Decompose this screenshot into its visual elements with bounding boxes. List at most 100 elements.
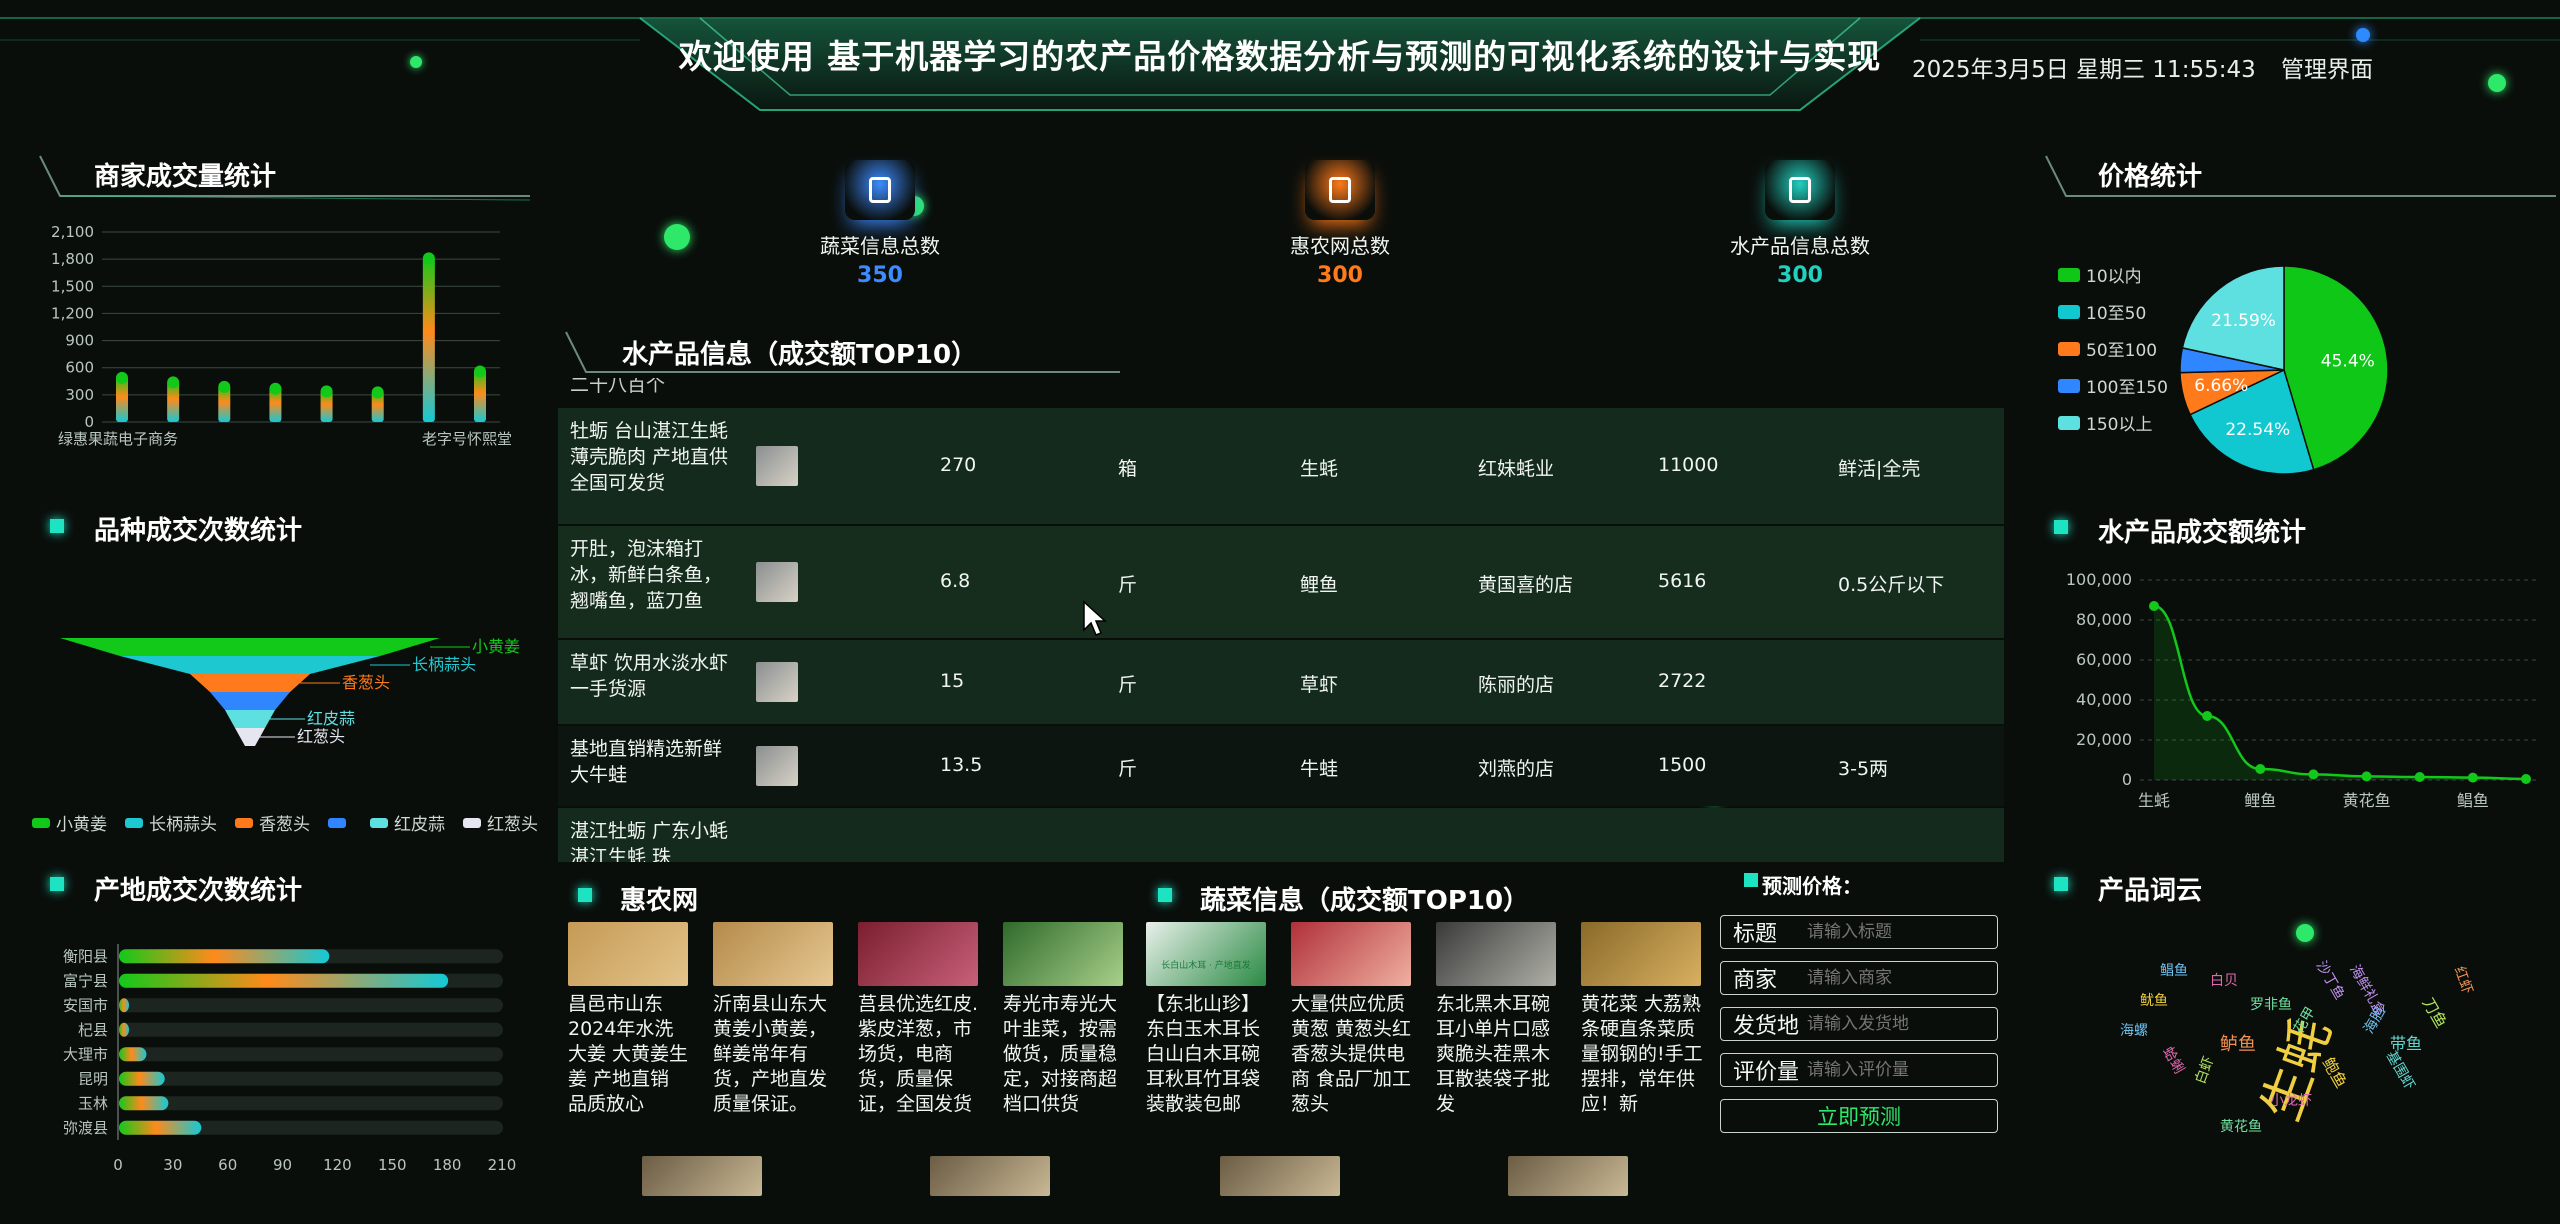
origin-bar[interactable] — [119, 1071, 165, 1086]
data-point[interactable] — [2521, 774, 2531, 784]
field-label: 标题 — [1733, 922, 1778, 947]
product-card[interactable]: 寿光市寿光大叶韭菜，按需做货，质量稳定，对接商超档口供货 — [1003, 922, 1125, 1117]
product-card[interactable]: 沂南县山东大黄姜小黄姜，鲜姜常年有货，产地直发质量保证。 — [713, 922, 835, 1117]
legend-item[interactable] — [328, 810, 352, 835]
data-point[interactable] — [2361, 771, 2372, 782]
funnel-label: 红葱头 — [297, 727, 345, 746]
word-cloud-item[interactable]: 小龙虾 — [2270, 1090, 2312, 1110]
legend-item[interactable]: 150以上 — [2058, 410, 2168, 435]
word-cloud-item[interactable]: 鲈鱼 — [2220, 1030, 2256, 1056]
y-tick-label: 杞县 — [78, 1021, 108, 1039]
origin-bar[interactable] — [119, 949, 330, 964]
product-card[interactable]: 昌邑市山东2024年水洗大姜 大黄姜生姜 产地直销 品质放心 — [568, 922, 690, 1117]
data-point[interactable] — [2255, 764, 2266, 774]
data-point[interactable] — [2149, 601, 2159, 611]
y-tick-label: 安国市 — [63, 996, 108, 1014]
product-image — [1436, 922, 1556, 986]
vegetable-title: 蔬菜信息（成交额TOP10） — [1200, 886, 1530, 916]
predict-submit-button[interactable]: 立即预测 — [1720, 1099, 1998, 1133]
product-card[interactable]: 东北黑木耳碗耳小单片口感爽脆头茬黑木耳散装袋子批发 — [1436, 922, 1558, 1117]
word-cloud-item[interactable]: 海螺 — [2120, 1020, 2148, 1040]
data-point[interactable] — [2202, 711, 2213, 721]
origin-bar[interactable] — [119, 998, 129, 1013]
table-row[interactable]: 牡蛎 台山湛江生蚝薄壳脆肉 产地直供全国可发货 270 箱 生蚝 红妹蚝业 11000 鲜活… — [558, 408, 2004, 524]
datetime-display: 2025年3月5日 星期三 11:55:43 管理界面 — [1912, 50, 2373, 84]
bar-track — [119, 1096, 503, 1111]
legend-item[interactable]: 香葱头 — [235, 810, 310, 835]
cell-shop: 红妹蚝业 — [1478, 458, 1555, 480]
y-tick-label: 昆明 — [78, 1070, 108, 1088]
word-cloud-item[interactable]: 沙丁鱼 — [2312, 957, 2350, 1003]
cell-shop: 刘燕的店 — [1478, 758, 1555, 780]
word-cloud-item[interactable]: 红虾 — [2450, 963, 2478, 996]
funnel-segment[interactable] — [60, 638, 440, 656]
legend-label: 50至100 — [2086, 341, 2158, 361]
product-card[interactable]: 【东北山珍】东白玉木耳长白山白木耳碗耳秋耳竹耳袋装散装包邮 — [1146, 922, 1268, 1117]
product-thumbnail — [756, 662, 798, 702]
legend-item[interactable]: 长柄蒜头 — [125, 810, 217, 835]
product-card-text: 沂南县山东大黄姜小黄姜，鲜姜常年有货，产地直发质量保证。 — [713, 993, 828, 1115]
y-tick-label: 2,100 — [51, 223, 94, 241]
admin-link[interactable]: 管理界面 — [2281, 57, 2373, 83]
word-cloud-title: 产品词云 — [2098, 876, 2203, 906]
table-row[interactable]: 基地直销精选新鲜大牛蛙 13.5 斤 牛蛙 刘燕的店 1500 3-5两 — [558, 726, 2004, 806]
data-point[interactable] — [2308, 769, 2319, 780]
table-row[interactable]: 湛江牡蛎 广东小蚝 湛江生蚝 珠 — [558, 808, 2004, 862]
stat-value: 350 — [857, 263, 903, 288]
table-row[interactable]: 草虾 饮用水淡水虾一手货源 15 斤 草虾 陈丽的店 2722 — [558, 640, 2004, 724]
section-marker — [2054, 877, 2068, 891]
table-row[interactable]: 开肚，泡沫箱打冰，新鲜白条鱼，翘嘴鱼，蓝刀鱼 6.8 斤 鲤鱼 黄国喜的店 5616 0.5… — [558, 526, 2004, 638]
word-cloud-item[interactable]: 罗非鱼 — [2250, 994, 2292, 1014]
section-marker — [1744, 873, 1758, 887]
legend-item[interactable]: 10以内 — [2058, 262, 2168, 287]
legend-item[interactable]: 10至50 — [2058, 299, 2168, 324]
data-point[interactable] — [2467, 772, 2478, 783]
word-cloud-item[interactable]: 刀鱼 — [2418, 992, 2455, 1032]
legend-swatch — [125, 817, 143, 828]
x-tick-label: 30 — [163, 1156, 182, 1170]
cell-amount: 2722 — [1658, 670, 1707, 692]
y-tick-label: 衡阳县 — [63, 947, 108, 965]
x-tick-label: 生蚝 — [2138, 791, 2170, 810]
word-cloud-item[interactable]: 白虾 — [2190, 1053, 2218, 1086]
field-input[interactable] — [1807, 968, 1987, 988]
field-input[interactable] — [1807, 922, 1987, 942]
legend-item[interactable]: 50至100 — [2058, 336, 2168, 361]
funnel-segment[interactable] — [190, 674, 310, 692]
legend-label: 10以内 — [2086, 267, 2142, 287]
word-cloud-item[interactable]: 鲳鱼 — [2160, 960, 2188, 980]
data-point[interactable] — [2414, 772, 2425, 782]
legend-item[interactable]: 小黄姜 — [32, 810, 107, 835]
product-image — [568, 922, 688, 986]
y-tick-label: 玉林 — [78, 1094, 108, 1112]
legend-item[interactable]: 红皮蒜 — [370, 810, 445, 835]
word-cloud-item[interactable]: 黄花鱼 — [2220, 1116, 2262, 1136]
product-card[interactable]: 莒县优选红皮.紫皮洋葱，市场货，电商货，质量保证，全国发货 — [858, 922, 980, 1117]
origin-bar[interactable] — [119, 1047, 147, 1062]
funnel-segment[interactable] — [120, 656, 380, 674]
cell-spec: 3-5两 — [1838, 758, 1889, 780]
funnel-segment[interactable] — [210, 692, 290, 710]
origin-bar[interactable] — [119, 1096, 169, 1111]
cell-variety: 鲤鱼 — [1300, 574, 1339, 596]
product-thumbnail — [756, 446, 798, 486]
legend-item[interactable]: 100至150 — [2058, 373, 2168, 398]
word-cloud-item[interactable]: 鱿鱼 — [2140, 990, 2168, 1010]
merchant-bar[interactable] — [422, 256, 435, 422]
word-cloud-item[interactable]: 白贝 — [2210, 970, 2238, 990]
cell-unit: 斤 — [1118, 758, 1138, 780]
product-card[interactable]: 黄花菜 大荔熟条硬直条菜质量钢钢的!手工摆排，常年供应！新 — [1581, 922, 1703, 1117]
predict-field: 商家 — [1720, 961, 1998, 995]
origin-bar[interactable] — [119, 1022, 129, 1037]
field-input[interactable] — [1807, 1060, 1987, 1080]
cell-amount: 5616 — [1658, 570, 1707, 592]
origin-bar[interactable] — [119, 973, 449, 988]
icon-glyph — [869, 177, 891, 203]
legend-item[interactable]: 红葱头 — [463, 810, 538, 835]
field-input[interactable] — [1807, 1014, 1987, 1034]
word-cloud-item[interactable]: 蛤蜊 — [2158, 1043, 2189, 1077]
origin-bar[interactable] — [119, 1120, 202, 1135]
legend-label: 红皮蒜 — [394, 815, 445, 835]
product-card[interactable]: 大量供应优质黄葱 黄葱头红香葱头提供电商 食品厂加工葱头 — [1291, 922, 1413, 1117]
bar-cap — [422, 252, 435, 265]
